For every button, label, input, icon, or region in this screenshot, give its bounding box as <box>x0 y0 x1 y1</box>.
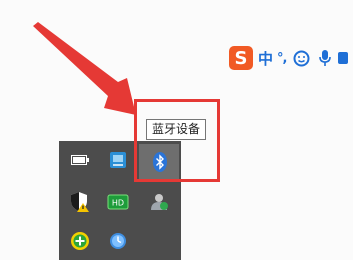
annotation-arrow-icon <box>33 22 136 115</box>
